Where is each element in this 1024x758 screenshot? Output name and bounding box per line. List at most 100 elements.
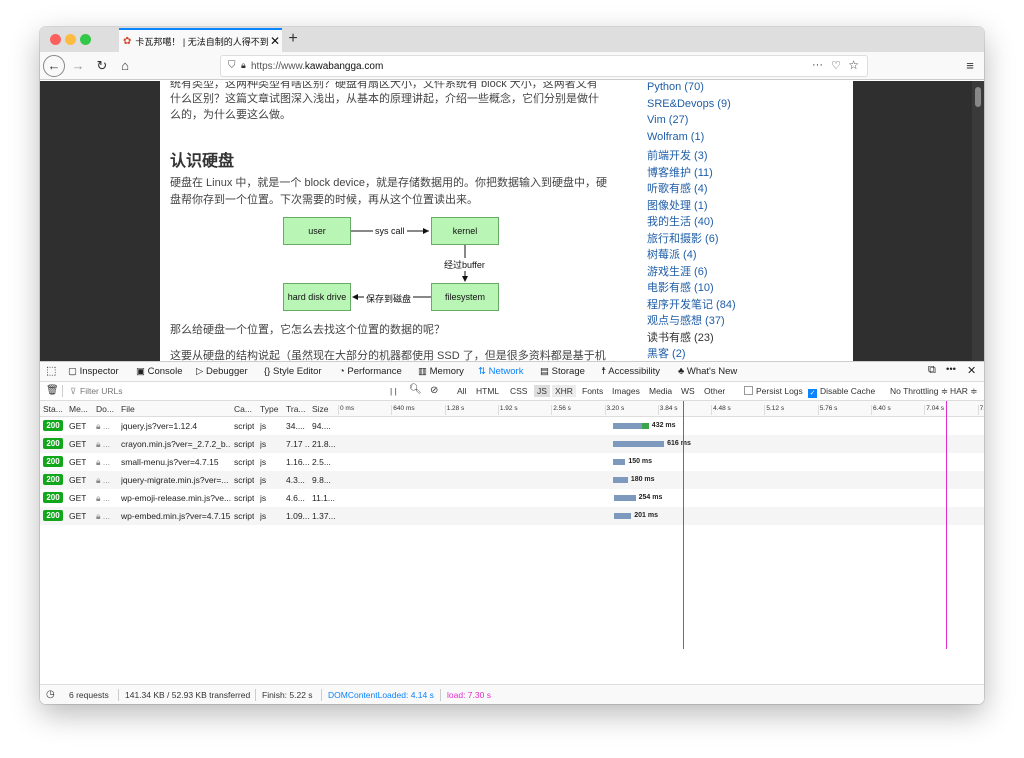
section-heading: 认识硬盘 (170, 153, 235, 170)
filter-xhr[interactable]: XHR (552, 385, 576, 397)
tab-label: Console (147, 366, 183, 377)
request-row[interactable]: 200 GET 🔒︎ ... crayon.min.js?ver=_2.7.2_b..… (40, 435, 984, 453)
more-options-icon[interactable]: ••• (946, 364, 956, 375)
column-header[interactable]: Ca... (234, 404, 252, 414)
back-arrow-icon[interactable]: ← (43, 55, 65, 77)
tab-network[interactable]: ⇅ Network (478, 366, 523, 377)
more-icon[interactable]: ··· (812, 59, 823, 71)
waterfall-bar[interactable] (612, 477, 628, 483)
scrollbar-thumb[interactable] (975, 87, 981, 107)
category-link[interactable]: 博客维护 (11) (647, 164, 713, 180)
lock-icon[interactable]: 🔒︎ (241, 60, 246, 71)
column-header[interactable]: Type (260, 404, 278, 414)
minimize-window-button[interactable] (65, 34, 76, 45)
element-picker-icon[interactable]: ⬚ (46, 364, 56, 377)
block-icon[interactable]: ⊘ (430, 385, 438, 396)
cell-domain: ... (102, 457, 110, 467)
menu-icon[interactable]: ≡ (962, 57, 978, 75)
home-icon[interactable]: ⌂ (117, 57, 133, 75)
tab-style-editor[interactable]: {} Style Editor (264, 366, 322, 377)
category-link[interactable]: 电影有感 (10) (647, 279, 714, 295)
column-header[interactable]: Me... (69, 404, 88, 414)
close-tab-icon[interactable]: ✕ (268, 34, 282, 48)
pocket-icon[interactable]: ♡ (831, 59, 841, 72)
filter-other[interactable]: Other (704, 386, 725, 396)
browser-tab[interactable]: ✿ 卡瓦邦噶！ | 无法自制的人得不到 ✕ (119, 28, 282, 52)
category-link[interactable]: 程序开发笔记 (84) (647, 296, 736, 312)
pause-icon[interactable]: | | (390, 386, 397, 396)
request-row[interactable]: 200 GET 🔒︎ ... jquery.js?ver=1.12.4 script js… (40, 417, 984, 435)
waterfall-bar[interactable] (614, 513, 632, 519)
filter-media[interactable]: Media (649, 386, 672, 396)
filter-all[interactable]: All (457, 386, 466, 396)
category-link[interactable]: Python (70) (647, 81, 704, 93)
category-link[interactable]: 前端开发 (3) (647, 147, 708, 163)
waterfall-duration: 201 ms (634, 512, 658, 519)
close-window-button[interactable] (50, 34, 61, 45)
close-devtools-icon[interactable]: ✕ (967, 364, 976, 377)
filter-ws[interactable]: WS (681, 386, 695, 396)
throttling-select[interactable]: No Throttling ≑ (890, 386, 948, 397)
category-link[interactable]: Wolfram (1) (647, 131, 704, 143)
filter-css[interactable]: CSS (510, 386, 527, 396)
category-link[interactable]: SRE&Devops (9) (647, 98, 731, 110)
reload-icon[interactable]: ↻ (94, 57, 110, 75)
tab-accessibility[interactable]: ☨ Accessibility (601, 366, 660, 377)
url-bar[interactable]: ⛉ 🔒︎ https://www.kawabangga.com ··· ♡ ☆ (220, 55, 868, 77)
zoom-window-button[interactable] (80, 34, 91, 45)
waterfall-bar[interactable] (612, 441, 665, 447)
category-link[interactable]: 读书有感 (23) (647, 329, 714, 345)
column-header[interactable]: Size (312, 404, 329, 414)
category-link[interactable]: 游戏生涯 (6) (647, 263, 708, 279)
cell-transferred: 1.09... (286, 511, 310, 521)
category-link[interactable]: 图像处理 (1) (647, 197, 708, 213)
disable-cache-checkbox[interactable]: ✓ Disable Cache (808, 386, 875, 398)
column-header[interactable]: File (121, 404, 135, 414)
filter-images[interactable]: Images (612, 386, 640, 396)
forward-arrow-icon[interactable]: → (70, 57, 86, 75)
dock-icon[interactable]: ⧉ (928, 364, 936, 377)
request-row[interactable]: 200 GET 🔒︎ ... wp-embed.min.js?ver=4.7.15 sc… (40, 507, 984, 525)
tab-memory[interactable]: ▥ Memory (418, 366, 464, 377)
request-row[interactable]: 200 GET 🔒︎ ... small-menu.js?ver=4.7.15 scri… (40, 453, 984, 471)
url-text[interactable]: https://www.kawabangga.com (251, 61, 383, 72)
filter-js[interactable]: JS (534, 385, 550, 397)
waterfall-duration: 616 ms (667, 440, 691, 447)
request-row[interactable]: 200 GET 🔒︎ ... jquery-migrate.min.js?ver=..… (40, 471, 984, 489)
column-header[interactable]: Do... (96, 404, 114, 414)
tab-performance[interactable]: ◔ Performance (339, 366, 402, 377)
column-header[interactable]: Sta... (43, 404, 63, 414)
waterfall-bar[interactable] (614, 495, 636, 501)
timeline-gridline (497, 405, 499, 415)
category-link[interactable]: 观点与感想 (37) (647, 312, 725, 328)
filter-fonts[interactable]: Fonts (582, 386, 603, 396)
filter-html[interactable]: HTML (476, 386, 499, 396)
tab-inspector[interactable]: ▢ Inspector (68, 366, 119, 377)
timeline-gridline (977, 405, 979, 415)
category-link[interactable]: 黑客 (2) (647, 345, 686, 361)
performance-icon[interactable]: ◷ (46, 689, 55, 700)
new-tab-button[interactable]: + (284, 29, 302, 49)
shield-icon[interactable]: ⛉ (228, 60, 236, 71)
filter-urls-input[interactable] (80, 384, 380, 398)
tab-debugger[interactable]: ▷ Debugger (196, 366, 248, 377)
category-link[interactable]: 树莓派 (4) (647, 246, 697, 262)
persist-logs-checkbox[interactable]: Persist Logs (744, 386, 803, 396)
search-icon[interactable]: 🔍︎ (409, 384, 422, 395)
column-header[interactable]: Tra... (286, 404, 306, 414)
waterfall-bar[interactable] (612, 459, 626, 465)
har-menu[interactable]: HAR ≑ (950, 386, 977, 397)
tab-storage[interactable]: ▤ Storage (540, 366, 585, 377)
trash-icon[interactable]: 🗑︎ (46, 385, 59, 396)
lock-icon: 🔒︎ (96, 493, 103, 503)
cell-file: small-menu.js?ver=4.7.15 (121, 457, 219, 467)
tab-whats-new[interactable]: ♣ What's New (678, 366, 737, 377)
category-link[interactable]: 旅行和摄影 (6) (647, 230, 719, 246)
star-icon[interactable]: ☆ (848, 58, 859, 72)
tab-console[interactable]: ▣ Console (136, 366, 182, 377)
category-link[interactable]: Vim (27) (647, 114, 688, 126)
page-scrollbar[interactable] (972, 81, 984, 361)
request-row[interactable]: 200 GET 🔒︎ ... wp-emoji-release.min.js?ve..… (40, 489, 984, 507)
category-link[interactable]: 听歌有感 (4) (647, 180, 708, 196)
category-link[interactable]: 我的生活 (40) (647, 213, 714, 229)
